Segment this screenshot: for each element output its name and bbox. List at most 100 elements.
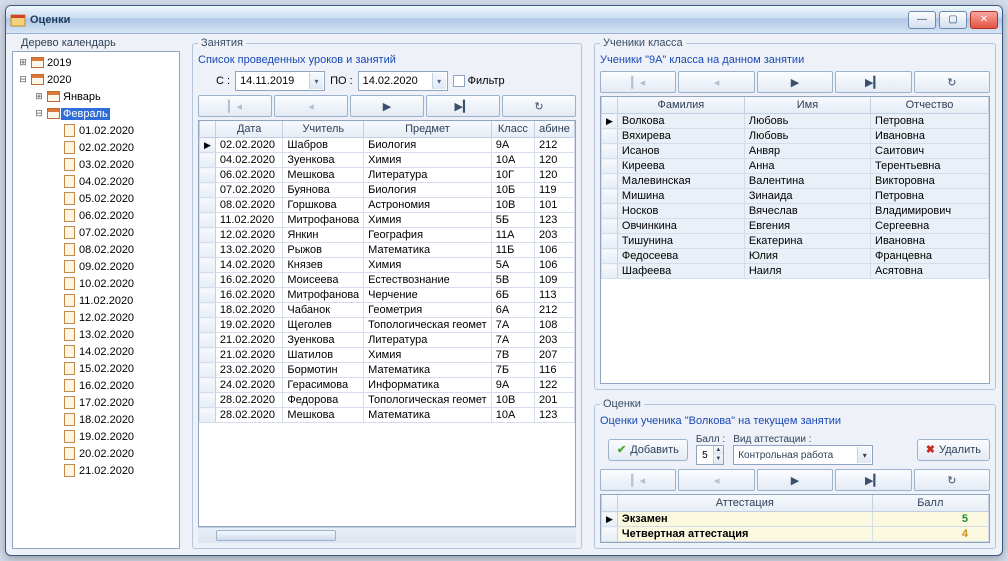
table-row[interactable]: ТишунинаЕкатеринаИвановна bbox=[602, 234, 989, 249]
tree-item[interactable]: 10.02.2020 bbox=[13, 275, 179, 292]
table-row[interactable]: 12.02.2020ЯнкинГеография11А203 bbox=[200, 228, 575, 243]
table-row[interactable]: ШафееваНаиляАсятовна bbox=[602, 264, 989, 279]
chevron-down-icon[interactable]: ▾ bbox=[857, 447, 871, 463]
table-row[interactable]: 07.02.2020БуяноваБиология10Б119 bbox=[200, 183, 575, 198]
tree-item[interactable]: ⊞Январь bbox=[13, 88, 179, 105]
tree-item[interactable]: 03.02.2020 bbox=[13, 156, 179, 173]
delete-button[interactable]: ✖Удалить bbox=[917, 439, 990, 461]
splitter[interactable] bbox=[184, 37, 188, 549]
table-row[interactable]: КирееваАннаТерентьевна bbox=[602, 159, 989, 174]
table-row[interactable]: ФедосееваЮлияФранцевна bbox=[602, 249, 989, 264]
table-row[interactable]: 18.02.2020ЧабанокГеометрия6А212 bbox=[200, 303, 575, 318]
tree-item[interactable]: 06.02.2020 bbox=[13, 207, 179, 224]
hscrollbar[interactable] bbox=[198, 527, 576, 543]
table-row[interactable]: 19.02.2020ЩеголевТопологическая геомет7А… bbox=[200, 318, 575, 333]
grades-subtitle: Оценки ученика "Волкова" на текущем заня… bbox=[600, 415, 990, 427]
nav-prev-button[interactable]: ◂ bbox=[274, 95, 348, 117]
table-row[interactable]: 11.02.2020МитрофановаХимия5Б123 bbox=[200, 213, 575, 228]
table-row[interactable]: Четвертная аттестация4 bbox=[602, 527, 989, 542]
grades-group: Оценки Оценки ученика "Волкова" на текущ… bbox=[594, 398, 996, 549]
tree-item[interactable]: 13.02.2020 bbox=[13, 326, 179, 343]
students-subtitle: Ученики "9А" класса на данном занятии bbox=[600, 54, 990, 66]
maximize-button[interactable]: ▢ bbox=[939, 11, 967, 29]
tree-item[interactable]: 21.02.2020 bbox=[13, 462, 179, 479]
calendar-icon[interactable]: ▾ bbox=[432, 73, 446, 89]
nav-prev-button[interactable]: ◂ bbox=[678, 71, 754, 93]
table-row[interactable]: 08.02.2020ГоршковаАстрономия10В101 bbox=[200, 198, 575, 213]
nav-refresh-button[interactable]: ↻ bbox=[914, 71, 990, 93]
minimize-button[interactable]: — bbox=[908, 11, 936, 29]
nav-first-button[interactable]: ▎◂ bbox=[600, 469, 676, 491]
tree-item[interactable]: 12.02.2020 bbox=[13, 309, 179, 326]
table-row[interactable]: 24.02.2020ГерасимоваИнформатика9А122 bbox=[200, 378, 575, 393]
nav-next-button[interactable]: ▶ bbox=[350, 95, 424, 117]
tree-item[interactable]: ⊞2019 bbox=[13, 54, 179, 71]
table-row[interactable]: 28.02.2020МешковаМатематика10А123 bbox=[200, 408, 575, 423]
table-row[interactable]: НосковВячеславВладимирович bbox=[602, 204, 989, 219]
tree-item[interactable]: 20.02.2020 bbox=[13, 445, 179, 462]
window-title: Оценки bbox=[30, 14, 908, 26]
tree-item[interactable]: 08.02.2020 bbox=[13, 241, 179, 258]
table-row[interactable]: ОвчинкинаЕвгенияСергеевна bbox=[602, 219, 989, 234]
table-row[interactable]: 21.02.2020ШатиловХимия7В207 bbox=[200, 348, 575, 363]
table-row[interactable]: МишинаЗинаидаПетровна bbox=[602, 189, 989, 204]
calendar-tree[interactable]: ⊞2019⊟2020⊞Январь⊟Февраль01.02.202002.02… bbox=[12, 51, 180, 549]
tree-item[interactable]: 16.02.2020 bbox=[13, 377, 179, 394]
tree-item[interactable]: 01.02.2020 bbox=[13, 122, 179, 139]
tree-item[interactable]: ⊟Февраль bbox=[13, 105, 179, 122]
calendar-icon[interactable]: ▾ bbox=[309, 73, 323, 89]
nav-refresh-button[interactable]: ↻ bbox=[914, 469, 990, 491]
nav-last-button[interactable]: ▶▎ bbox=[835, 469, 911, 491]
table-row[interactable]: 14.02.2020КнязевХимия5А106 bbox=[200, 258, 575, 273]
tree-item[interactable]: 11.02.2020 bbox=[13, 292, 179, 309]
lessons-subtitle: Список проведенных уроков и занятий bbox=[198, 54, 576, 66]
nav-next-button[interactable]: ▶ bbox=[757, 469, 833, 491]
tree-item[interactable]: 17.02.2020 bbox=[13, 394, 179, 411]
table-row[interactable]: 04.02.2020ЗуенковаХимия10А120 bbox=[200, 153, 575, 168]
lessons-grid[interactable]: ДатаУчительПредметКлассабине▶02.02.2020Ш… bbox=[198, 120, 576, 527]
table-row[interactable]: МалевинскаяВалентинаВикторовна bbox=[602, 174, 989, 189]
nav-last-button[interactable]: ▶▎ bbox=[835, 71, 911, 93]
table-row[interactable]: 21.02.2020ЗуенковаЛитература7А203 bbox=[200, 333, 575, 348]
table-row[interactable]: ▶02.02.2020ШабровБиология9А212 bbox=[200, 138, 575, 153]
tree-item[interactable]: 05.02.2020 bbox=[13, 190, 179, 207]
nav-first-button[interactable]: ▎◂ bbox=[600, 71, 676, 93]
table-row[interactable]: ▶ВолковаЛюбовьПетровна bbox=[602, 114, 989, 129]
nav-last-button[interactable]: ▶▎ bbox=[426, 95, 500, 117]
close-button[interactable]: ✕ bbox=[970, 11, 998, 29]
splitter[interactable] bbox=[594, 392, 996, 396]
nav-next-button[interactable]: ▶ bbox=[757, 71, 833, 93]
filter-checkbox[interactable]: Фильтр bbox=[453, 75, 505, 87]
table-row[interactable]: ▶Экзамен5 bbox=[602, 512, 989, 527]
tree-label: Дерево календарь bbox=[21, 37, 180, 49]
tree-item[interactable]: 14.02.2020 bbox=[13, 343, 179, 360]
tree-item[interactable]: 02.02.2020 bbox=[13, 139, 179, 156]
table-row[interactable]: 06.02.2020МешковаЛитература10Г120 bbox=[200, 168, 575, 183]
splitter[interactable] bbox=[586, 37, 590, 549]
tree-item[interactable]: ⊟2020 bbox=[13, 71, 179, 88]
table-row[interactable]: 23.02.2020БормотинМатематика7Б116 bbox=[200, 363, 575, 378]
date-to-input[interactable]: 14.02.2020 ▾ bbox=[358, 71, 448, 91]
add-button[interactable]: ✔Добавить bbox=[608, 439, 688, 461]
attestation-type-combo[interactable]: Контрольная работа ▾ bbox=[733, 445, 873, 465]
date-from-input[interactable]: 14.11.2019 ▾ bbox=[235, 71, 325, 91]
nav-prev-button[interactable]: ◂ bbox=[678, 469, 754, 491]
grades-grid[interactable]: АттестацияБалл▶Экзамен5Четвертная аттест… bbox=[600, 494, 990, 543]
table-row[interactable]: 13.02.2020РыжовМатематика11Б106 bbox=[200, 243, 575, 258]
table-row[interactable]: 16.02.2020МоисееваЕстествознание5В109 bbox=[200, 273, 575, 288]
nav-first-button[interactable]: ▎◂ bbox=[198, 95, 272, 117]
table-row[interactable]: 16.02.2020МитрофановаЧерчение6Б113 bbox=[200, 288, 575, 303]
tree-item[interactable]: 09.02.2020 bbox=[13, 258, 179, 275]
tree-item[interactable]: 04.02.2020 bbox=[13, 173, 179, 190]
nav-refresh-button[interactable]: ↻ bbox=[502, 95, 576, 117]
ball-spinner[interactable]: ▲▼ bbox=[696, 445, 724, 465]
tree-item[interactable]: 19.02.2020 bbox=[13, 428, 179, 445]
table-row[interactable]: ИсановАнвярСаитович bbox=[602, 144, 989, 159]
tree-item[interactable]: 07.02.2020 bbox=[13, 224, 179, 241]
tree-item[interactable]: 15.02.2020 bbox=[13, 360, 179, 377]
students-grid[interactable]: ФамилияИмяОтчество▶ВолковаЛюбовьПетровна… bbox=[600, 96, 990, 384]
to-label: ПО : bbox=[330, 75, 353, 87]
table-row[interactable]: 28.02.2020ФедороваТопологическая геомет1… bbox=[200, 393, 575, 408]
tree-item[interactable]: 18.02.2020 bbox=[13, 411, 179, 428]
table-row[interactable]: ВяхиреваЛюбовьИвановна bbox=[602, 129, 989, 144]
